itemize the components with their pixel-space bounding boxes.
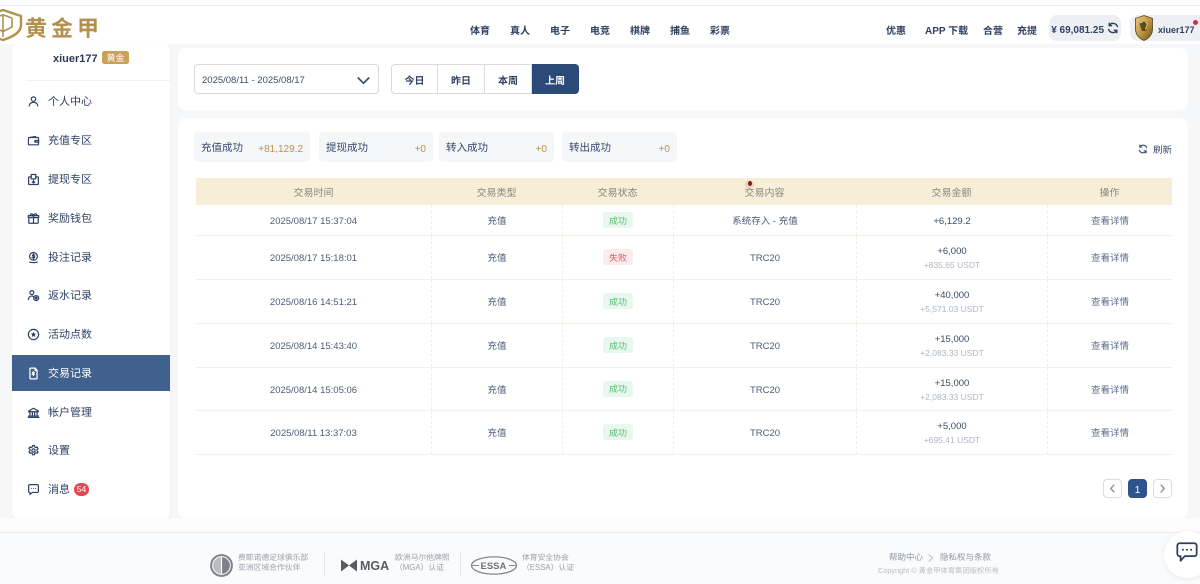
svg-text:MGA: MGA bbox=[360, 559, 389, 573]
svg-text:ESSA: ESSA bbox=[481, 561, 507, 572]
